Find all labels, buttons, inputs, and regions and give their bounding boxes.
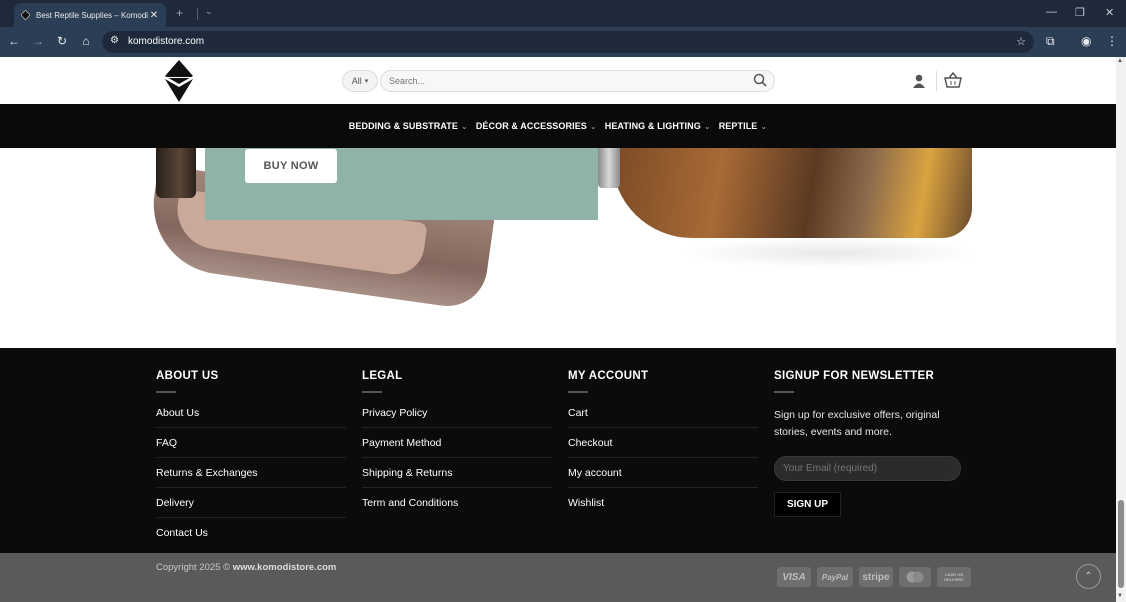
newsletter-text: Sign up for exclusive offers, original s… [774,409,940,438]
scroll-down-icon[interactable]: ▼ [1117,593,1123,599]
search-form: All ▾ [342,69,775,93]
hero-product-image [598,148,620,188]
footer-col-account: MY ACCOUNT Cart Checkout My account Wish… [568,370,758,526]
chevron-down-icon: ⌄ [703,121,711,131]
tune-icon[interactable]: ⚙ [110,35,119,46]
footer-link[interactable]: Contact Us [156,527,346,547]
footer-heading: LEGAL [362,370,403,382]
hero-shadow [680,238,980,268]
minimize-icon[interactable]: — [1046,6,1057,18]
footer-link[interactable]: Returns & Exchanges [156,467,346,488]
search-icon[interactable] [753,73,767,87]
footer-heading: ABOUT US [156,370,219,382]
category-select-value: All [351,76,362,86]
buy-now-button[interactable]: BUY NOW [245,149,337,183]
chevron-down-icon: ▾ [364,78,369,85]
close-icon[interactable]: ✕ [148,10,160,21]
url-text: komodistore.com [128,36,205,47]
footer-link[interactable]: Shipping & Returns [362,467,552,488]
category-select[interactable]: All ▾ [342,70,378,92]
copyright-prefix: Copyright 2025 © [156,562,233,573]
payment-icons: VISA PayPal stripe mastercard CASH ON DE… [777,567,971,587]
footer-link[interactable]: Cart [568,407,758,428]
footer-link[interactable]: Checkout [568,437,758,458]
nav-item-label: DÉCOR & ACCESSORIES [475,121,587,131]
plus-icon[interactable]: + [176,6,183,20]
heading-underline [568,391,588,393]
nav-item-reptile[interactable]: REPTILE ⌄ [719,121,768,131]
nav-item-decor[interactable]: DÉCOR & ACCESSORIES ⌄ [476,121,597,131]
kebab-menu-icon[interactable]: ⋮ [1106,34,1118,48]
chevron-down-icon: ⌄ [589,121,597,131]
heading-underline [362,391,382,393]
chevron-down-icon[interactable]: ⌄ [205,6,213,17]
browser-tab[interactable]: Best Reptile Supplies – Komodi ✕ [14,3,166,27]
chevron-down-icon: ⌄ [461,121,468,131]
hero-product-image [612,148,972,238]
footer-link[interactable]: Payment Method [362,437,552,458]
main-nav: BEDDING & SUBSTRATE ⌄ DÉCOR & ACCESSORIE… [0,104,1116,148]
newsletter-email-input[interactable] [774,456,961,481]
scrollbar-thumb[interactable] [1118,500,1124,588]
copyright-site-link[interactable]: www.komodistore.com [233,562,337,573]
paypal-icon: PayPal [817,567,853,587]
address-bar[interactable]: ⚙ komodistore.com ☆ [102,31,1034,53]
footer-link[interactable]: Privacy Policy [362,407,552,428]
page-scrollbar[interactable]: ▲ ▼ [1116,57,1126,602]
star-icon[interactable]: ☆ [1016,35,1026,48]
browser-toolbar: ← → ↻ ⌂ ⚙ komodistore.com ☆ ⧉ ◉ ⋮ [0,27,1126,57]
footer-link[interactable]: My account [568,467,758,488]
cash-on-delivery-icon: CASH ON DELIVERY [937,567,971,587]
copyright-text: Copyright 2025 © www.komodistore.com [156,562,336,573]
footer-link[interactable]: Term and Conditions [362,497,552,517]
browser-tab-bar: Best Reptile Supplies – Komodi ✕ + ⌄ — ❐… [0,0,1126,27]
footer-col-legal: LEGAL Privacy Policy Payment Method Ship… [362,370,552,526]
basket-icon[interactable] [944,71,962,88]
signup-button[interactable]: SIGN UP [774,492,841,517]
hero-banner: BUY NOW [0,148,1116,348]
arrow-left-icon[interactable]: ← [6,34,22,48]
arrow-right-icon[interactable]: → [30,34,46,48]
footer-link[interactable]: Wishlist [568,497,758,517]
nav-item-bedding[interactable]: BEDDING & SUBSTRATE ⌄ [349,121,468,131]
nav-item-label: REPTILE [718,121,758,131]
back-to-top-button[interactable]: ⌃ [1076,564,1101,589]
header-divider [936,71,937,91]
stripe-icon: stripe [859,567,893,587]
window-close-icon[interactable]: ✕ [1105,6,1114,19]
chevron-down-icon: ⌄ [760,121,768,131]
nav-item-label: HEATING & LIGHTING [604,121,701,131]
footer-col-about: ABOUT US About Us FAQ Returns & Exchange… [156,370,346,556]
footer-bottom-bar: Copyright 2025 © www.komodistore.com VIS… [0,553,1116,602]
restore-icon[interactable]: ❐ [1075,6,1085,19]
tab-title: Best Reptile Supplies – Komodi [36,10,148,20]
footer-link[interactable]: About Us [156,407,346,428]
profile-icon[interactable]: ◉ [1081,34,1091,48]
chevron-up-icon: ⌃ [1084,571,1093,582]
nav-item-heating[interactable]: HEATING & LIGHTING ⌄ [605,121,711,131]
footer-link[interactable]: Delivery [156,497,346,518]
search-input[interactable] [380,70,775,92]
heading-underline [156,391,176,393]
footer-heading: SIGNUP FOR NEWSLETTER [774,370,935,382]
nav-item-label: BEDDING & SUBSTRATE [348,121,459,131]
visa-icon: VISA [777,567,811,587]
mastercard-icon: mastercard [899,567,931,587]
scroll-up-icon[interactable]: ▲ [1117,58,1123,64]
footer-link[interactable]: FAQ [156,437,346,458]
footer-col-newsletter: SIGNUP FOR NEWSLETTER Sign up for exclus… [774,370,964,517]
tab-separator [197,8,198,20]
komodi-logo-icon [20,10,30,20]
footer-heading: MY ACCOUNT [568,370,649,382]
puzzle-icon[interactable]: ⧉ [1046,34,1055,49]
home-icon[interactable]: ⌂ [78,34,94,48]
account-icon[interactable] [912,74,926,88]
site-footer: ABOUT US About Us FAQ Returns & Exchange… [0,348,1116,553]
komodi-logo-icon[interactable] [165,60,193,102]
heading-underline [774,391,794,393]
site-header: All ▾ [0,57,1116,104]
hero-product-image [156,148,196,198]
reload-icon[interactable]: ↻ [54,34,70,48]
